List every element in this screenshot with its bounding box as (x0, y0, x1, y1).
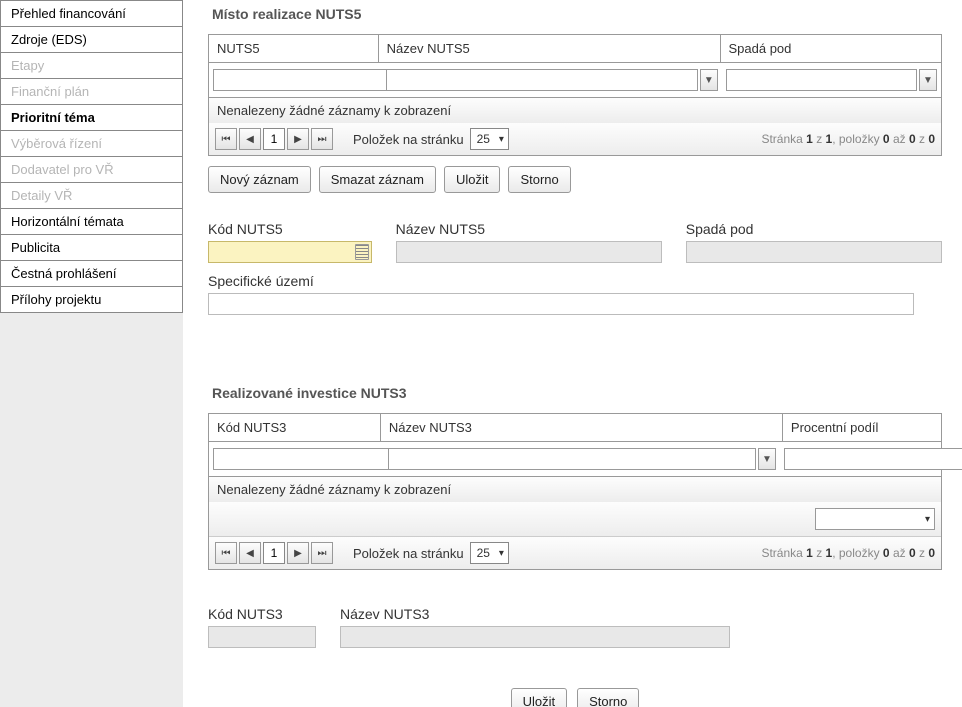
col-nazev-nuts5[interactable]: Název NUTS5 (379, 35, 721, 62)
col-kod-nuts3[interactable]: Kód NUTS3 (209, 414, 381, 441)
pager-last-icon[interactable]: ⏭ (311, 128, 333, 150)
filter-btn-icon[interactable]: ▼ (700, 69, 718, 91)
grid-extra-select[interactable]: ▾ (815, 508, 935, 530)
specificke-uzemi-label: Specifické území (208, 273, 942, 289)
sidebar-item-vyberova-rizeni: Výběrová řízení (0, 130, 183, 157)
kod-nuts5-label: Kód NUTS5 (208, 221, 372, 237)
pager-per-label: Položek na stránku (353, 546, 464, 561)
pager-page-input[interactable] (263, 128, 285, 150)
sidebar-item-prehled-financovani[interactable]: Přehled financování (0, 0, 183, 27)
save-button[interactable]: Uložit (511, 688, 568, 707)
chevron-down-icon: ▾ (925, 514, 930, 525)
pager-prev-icon[interactable]: ◀ (239, 542, 261, 564)
cancel-button[interactable]: Storno (577, 688, 639, 707)
filter-procentni-podil[interactable] (784, 448, 962, 470)
pager-per-label: Položek na stránku (353, 132, 464, 147)
pager-prev-icon[interactable]: ◀ (239, 128, 261, 150)
section-title-nuts3: Realizované investice NUTS3 (212, 385, 942, 401)
save-button[interactable]: Uložit (444, 166, 501, 193)
pager-last-icon[interactable]: ⏭ (311, 542, 333, 564)
grid-empty-msg: Nenalezeny žádné záznamy k zobrazení (209, 477, 941, 502)
sidebar-item-detaily-vr: Detaily VŘ (0, 182, 183, 209)
main-content: Místo realizace NUTS5 NUTS5 Název NUTS5 … (184, 0, 962, 707)
new-record-button[interactable]: Nový záznam (208, 166, 311, 193)
sidebar: Přehled financování Zdroje (EDS) Etapy F… (0, 0, 184, 707)
grid-empty-msg: Nenalezeny žádné záznamy k zobrazení (209, 98, 941, 123)
col-nuts5[interactable]: NUTS5 (209, 35, 379, 62)
sidebar-item-dodavatel-pro-vr: Dodavatel pro VŘ (0, 156, 183, 183)
col-procentni-podil[interactable]: Procentní podíl (783, 414, 941, 441)
col-spada-pod[interactable]: Spadá pod (721, 35, 942, 62)
nazev-nuts3-input[interactable] (340, 626, 730, 648)
sidebar-item-prioritni-tema[interactable]: Prioritní téma (0, 104, 183, 131)
filter-spada-pod[interactable] (726, 69, 917, 91)
kod-nuts3-label: Kód NUTS3 (208, 606, 316, 622)
pager-per-select[interactable]: 25 (470, 542, 509, 564)
filter-kod-nuts3[interactable] (213, 448, 396, 470)
pager-first-icon[interactable]: ⏮ (215, 542, 237, 564)
cancel-button[interactable]: Storno (508, 166, 570, 193)
sidebar-item-cestna-prohlaseni[interactable]: Čestná prohlášení (0, 260, 183, 287)
pager-info: Stránka 1 z 1, položky 0 až 0 z 0 (761, 546, 935, 560)
sidebar-item-publicita[interactable]: Publicita (0, 234, 183, 261)
grid-nuts5: NUTS5 Název NUTS5 Spadá pod ▼ ▼ ▼ Nenale (208, 34, 942, 156)
kod-nuts3-input[interactable] (208, 626, 316, 648)
filter-nazev-nuts5[interactable] (386, 69, 698, 91)
lookup-icon[interactable] (355, 244, 369, 260)
pager-first-icon[interactable]: ⏮ (215, 128, 237, 150)
filter-btn-icon[interactable]: ▼ (919, 69, 937, 91)
sidebar-item-prilohy-projektu[interactable]: Přílohy projektu (0, 286, 183, 313)
filter-btn-icon[interactable]: ▼ (758, 448, 776, 470)
delete-record-button[interactable]: Smazat záznam (319, 166, 436, 193)
filter-nuts5[interactable] (213, 69, 396, 91)
filter-nazev-nuts3[interactable] (388, 448, 756, 470)
sidebar-item-horizontalni-temata[interactable]: Horizontální témata (0, 208, 183, 235)
spada-pod-label: Spadá pod (686, 221, 942, 237)
kod-nuts5-input[interactable] (208, 241, 372, 263)
specificke-uzemi-input[interactable] (208, 293, 914, 315)
section-title-nuts5: Místo realizace NUTS5 (212, 6, 942, 22)
pager-page-input[interactable] (263, 542, 285, 564)
col-nazev-nuts3[interactable]: Název NUTS3 (381, 414, 783, 441)
nazev-nuts5-label: Název NUTS5 (396, 221, 662, 237)
pager-info: Stránka 1 z 1, položky 0 až 0 z 0 (761, 132, 935, 146)
sidebar-item-etapy: Etapy (0, 52, 183, 79)
grid-nuts3: Kód NUTS3 Název NUTS3 Procentní podíl ▼ … (208, 413, 942, 570)
spada-pod-input[interactable] (686, 241, 942, 263)
nazev-nuts3-label: Název NUTS3 (340, 606, 730, 622)
sidebar-item-financni-plan: Finanční plán (0, 78, 183, 105)
pager-next-icon[interactable]: ▶ (287, 542, 309, 564)
pager-next-icon[interactable]: ▶ (287, 128, 309, 150)
sidebar-item-zdroje-eds[interactable]: Zdroje (EDS) (0, 26, 183, 53)
nazev-nuts5-input[interactable] (396, 241, 662, 263)
pager-per-select[interactable]: 25 (470, 128, 509, 150)
